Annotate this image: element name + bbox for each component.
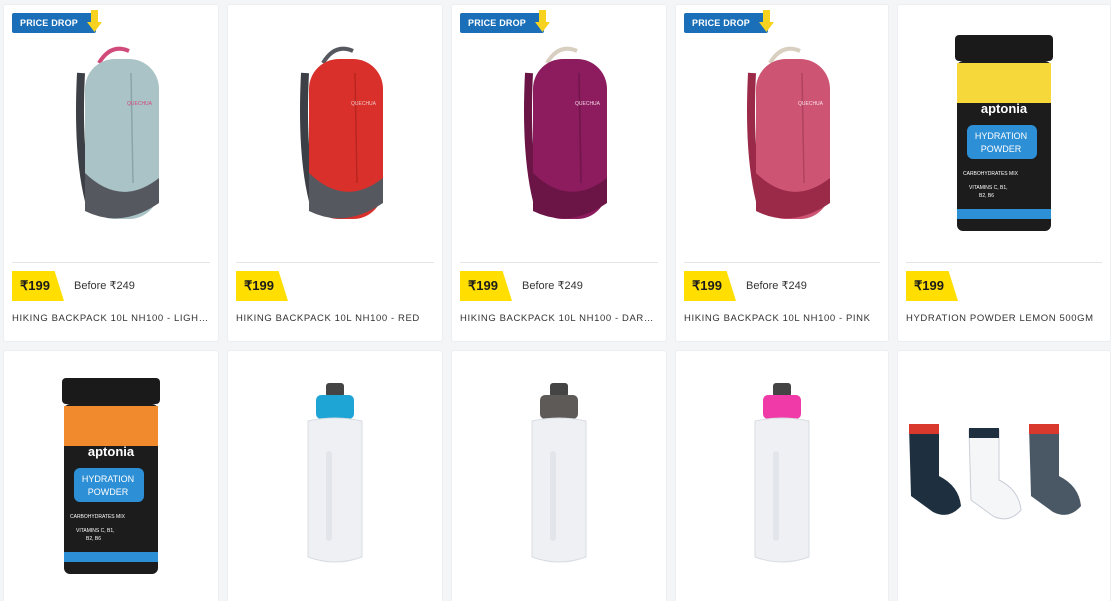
product-title[interactable]: HIKING BACKPACK 10L NH100 - PINK [684,313,880,324]
svg-text:QUECHUA: QUECHUA [575,101,601,107]
product-title[interactable]: HIKING BACKPACK 10L NH100 - DARK PUR... [460,313,658,324]
card-divider [684,262,880,263]
product-card[interactable]: QUECHUA ₹199 HIKING BACKPACK 10L NH100 -… [227,4,443,342]
svg-text:QUECHUA: QUECHUA [351,101,377,107]
product-image-bottle [452,351,666,601]
before-price: Before ₹249 [746,280,807,292]
before-price: Before ₹249 [74,280,135,292]
svg-text:VITAMINS C, B1,: VITAMINS C, B1, [969,185,1008,191]
product-image-backpack: QUECHUA [676,5,888,260]
svg-text:aptonia: aptonia [981,101,1028,116]
product-card[interactable] [227,350,443,601]
price-tag: ₹199 [684,271,736,301]
product-card[interactable]: PRICE DROP QUECHUA ₹199 Before ₹249 HIKI… [675,4,889,342]
price-tag: ₹199 [906,271,958,301]
product-image-backpack: QUECHUA [452,5,666,260]
svg-text:B2, B6: B2, B6 [979,193,994,199]
product-image-hydration-powder: aptonia HYDRATION POWDER CARBOHYDRATES M… [4,351,218,601]
svg-text:QUECHUA: QUECHUA [127,101,153,107]
product-image-socks [898,351,1110,601]
product-title[interactable]: HYDRATION POWDER LEMON 500GM [906,313,1102,324]
svg-text:QUECHUA: QUECHUA [798,101,824,107]
product-card[interactable] [675,350,889,601]
price-tag: ₹199 [12,271,64,301]
product-image-bottle [676,351,888,601]
product-card[interactable]: aptonia HYDRATION POWDER CARBOHYDRATES M… [3,350,219,601]
card-divider [236,262,434,263]
svg-text:VITAMINS C, B1,: VITAMINS C, B1, [76,528,115,534]
product-title[interactable]: HIKING BACKPACK 10L NH100 - RED [236,313,434,324]
product-image-bottle [228,351,442,601]
product-card[interactable]: aptonia HYDRATION POWDER CARBOHYDRATES M… [897,4,1111,342]
svg-text:CARBOHYDRATES MIX: CARBOHYDRATES MIX [70,514,126,520]
svg-text:aptonia: aptonia [88,444,135,459]
before-price: Before ₹249 [522,280,583,292]
product-card[interactable]: PRICE DROP QUECHUA ₹199 Before ₹249 HIKI… [3,4,219,342]
svg-text:POWDER: POWDER [981,144,1022,154]
svg-text:CARBOHYDRATES MIX: CARBOHYDRATES MIX [963,171,1019,177]
product-grid: PRICE DROP QUECHUA ₹199 Before ₹249 HIKI… [0,0,1111,601]
svg-text:POWDER: POWDER [88,487,129,497]
product-title[interactable]: HIKING BACKPACK 10L NH100 - LIGHT KHA... [12,313,210,324]
svg-text:B2, B6: B2, B6 [86,536,101,542]
price-tag: ₹199 [236,271,288,301]
card-divider [460,262,658,263]
product-card[interactable] [897,350,1111,601]
product-card[interactable] [451,350,667,601]
svg-text:HYDRATION: HYDRATION [975,131,1027,141]
product-image-backpack: QUECHUA [228,5,442,260]
svg-text:HYDRATION: HYDRATION [82,474,134,484]
product-image-backpack: QUECHUA [4,5,218,260]
price-tag: ₹199 [460,271,512,301]
product-image-hydration-powder: aptonia HYDRATION POWDER CARBOHYDRATES M… [898,5,1110,260]
card-divider [906,262,1102,263]
product-card[interactable]: PRICE DROP QUECHUA ₹199 Before ₹249 HIKI… [451,4,667,342]
card-divider [12,262,210,263]
